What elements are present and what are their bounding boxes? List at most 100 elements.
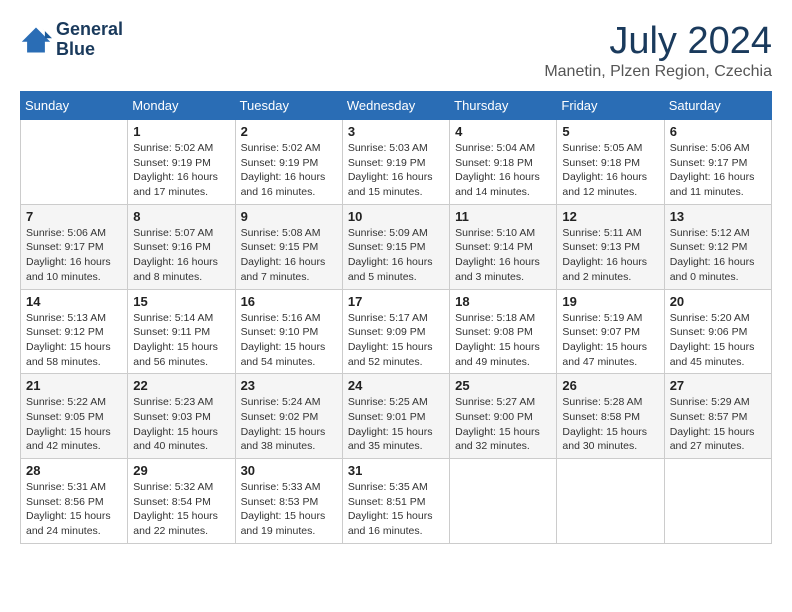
day-info: Sunrise: 5:28 AM Sunset: 8:58 PM Dayligh… xyxy=(562,395,658,454)
calendar-cell: 29 Sunrise: 5:32 AM Sunset: 8:54 PM Dayli… xyxy=(128,459,235,544)
day-info: Sunrise: 5:07 AM Sunset: 9:16 PM Dayligh… xyxy=(133,226,229,285)
day-number: 30 xyxy=(241,463,337,478)
calendar-cell: 16Sunrise: 5:16 AM Sunset: 9:10 PM Dayli… xyxy=(235,289,342,374)
day-info: Sunrise: 5:12 AM Sunset: 9:12 PM Dayligh… xyxy=(670,226,766,285)
day-number: 20 xyxy=(670,294,766,309)
weekday-header-wednesday: Wednesday xyxy=(342,92,449,120)
calendar-cell: 13Sunrise: 5:12 AM Sunset: 9:12 PM Dayli… xyxy=(664,204,771,289)
calendar-cell: 28 Sunrise: 5:31 AM Sunset: 8:56 PM Dayli… xyxy=(21,459,128,544)
location-title: Manetin, Plzen Region, Czechia xyxy=(544,63,772,81)
calendar-body: 1Sunrise: 5:02 AM Sunset: 9:19 PM Daylig… xyxy=(21,120,772,544)
logo-icon xyxy=(20,24,52,56)
day-info: Sunrise: 5:25 AM Sunset: 9:01 PM Dayligh… xyxy=(348,395,444,454)
calendar-cell xyxy=(664,459,771,544)
title-section: July 2024 Manetin, Plzen Region, Czechia xyxy=(544,20,772,81)
calendar-cell xyxy=(557,459,664,544)
calendar-cell: 30 Sunrise: 5:33 AM Sunset: 8:53 PM Dayli… xyxy=(235,459,342,544)
calendar-header-row: SundayMondayTuesdayWednesdayThursdayFrid… xyxy=(21,92,772,120)
calendar-cell: 31Sunrise: 5:35 AM Sunset: 8:51 PM Dayli… xyxy=(342,459,449,544)
weekday-header-thursday: Thursday xyxy=(450,92,557,120)
calendar-cell: 9 Sunrise: 5:08 AM Sunset: 9:15 PM Daylig… xyxy=(235,204,342,289)
calendar-cell: 17Sunrise: 5:17 AM Sunset: 9:09 PM Dayli… xyxy=(342,289,449,374)
day-number: 24 xyxy=(348,378,444,393)
calendar-cell xyxy=(450,459,557,544)
day-number: 14 xyxy=(26,294,122,309)
day-info: Sunrise: 5:19 AM Sunset: 9:07 PM Dayligh… xyxy=(562,311,658,370)
day-info: Sunrise: 5:33 AM Sunset: 8:53 PM Dayligh… xyxy=(241,480,337,539)
day-info: Sunrise: 5:05 AM Sunset: 9:18 PM Dayligh… xyxy=(562,141,658,200)
calendar-cell: 27Sunrise: 5:29 AM Sunset: 8:57 PM Dayli… xyxy=(664,374,771,459)
day-number: 26 xyxy=(562,378,658,393)
day-number: 9 xyxy=(241,209,337,224)
day-number: 4 xyxy=(455,124,551,139)
day-number: 17 xyxy=(348,294,444,309)
weekday-header-friday: Friday xyxy=(557,92,664,120)
page-header: General Blue July 2024 Manetin, Plzen Re… xyxy=(20,20,772,81)
day-number: 29 xyxy=(133,463,229,478)
day-info: Sunrise: 5:22 AM Sunset: 9:05 PM Dayligh… xyxy=(26,395,122,454)
day-info: Sunrise: 5:35 AM Sunset: 8:51 PM Dayligh… xyxy=(348,480,444,539)
day-info: Sunrise: 5:09 AM Sunset: 9:15 PM Dayligh… xyxy=(348,226,444,285)
calendar-week-row: 7Sunrise: 5:06 AM Sunset: 9:17 PM Daylig… xyxy=(21,204,772,289)
calendar-cell xyxy=(21,120,128,205)
day-info: Sunrise: 5:06 AM Sunset: 9:17 PM Dayligh… xyxy=(26,226,122,285)
day-number: 27 xyxy=(670,378,766,393)
calendar-cell: 22 Sunrise: 5:23 AM Sunset: 9:03 PM Dayli… xyxy=(128,374,235,459)
day-info: Sunrise: 5:24 AM Sunset: 9:02 PM Dayligh… xyxy=(241,395,337,454)
calendar-cell: 1Sunrise: 5:02 AM Sunset: 9:19 PM Daylig… xyxy=(128,120,235,205)
day-info: Sunrise: 5:02 AM Sunset: 9:19 PM Dayligh… xyxy=(241,141,337,200)
day-number: 28 xyxy=(26,463,122,478)
calendar-week-row: 1Sunrise: 5:02 AM Sunset: 9:19 PM Daylig… xyxy=(21,120,772,205)
day-info: Sunrise: 5:14 AM Sunset: 9:11 PM Dayligh… xyxy=(133,311,229,370)
day-info: Sunrise: 5:02 AM Sunset: 9:19 PM Dayligh… xyxy=(133,141,229,200)
calendar-cell: 11Sunrise: 5:10 AM Sunset: 9:14 PM Dayli… xyxy=(450,204,557,289)
logo: General Blue xyxy=(20,20,123,60)
day-number: 23 xyxy=(241,378,337,393)
day-number: 12 xyxy=(562,209,658,224)
day-info: Sunrise: 5:04 AM Sunset: 9:18 PM Dayligh… xyxy=(455,141,551,200)
day-number: 6 xyxy=(670,124,766,139)
weekday-header-saturday: Saturday xyxy=(664,92,771,120)
calendar-cell: 19 Sunrise: 5:19 AM Sunset: 9:07 PM Dayli… xyxy=(557,289,664,374)
calendar-cell: 26 Sunrise: 5:28 AM Sunset: 8:58 PM Dayli… xyxy=(557,374,664,459)
day-info: Sunrise: 5:31 AM Sunset: 8:56 PM Dayligh… xyxy=(26,480,122,539)
day-info: Sunrise: 5:08 AM Sunset: 9:15 PM Dayligh… xyxy=(241,226,337,285)
day-number: 2 xyxy=(241,124,337,139)
day-number: 8 xyxy=(133,209,229,224)
calendar-cell: 18 Sunrise: 5:18 AM Sunset: 9:08 PM Dayli… xyxy=(450,289,557,374)
day-number: 19 xyxy=(562,294,658,309)
calendar-table: SundayMondayTuesdayWednesdayThursdayFrid… xyxy=(20,91,772,544)
day-number: 22 xyxy=(133,378,229,393)
calendar-week-row: 21Sunrise: 5:22 AM Sunset: 9:05 PM Dayli… xyxy=(21,374,772,459)
day-number: 16 xyxy=(241,294,337,309)
day-info: Sunrise: 5:11 AM Sunset: 9:13 PM Dayligh… xyxy=(562,226,658,285)
calendar-cell: 15 Sunrise: 5:14 AM Sunset: 9:11 PM Dayli… xyxy=(128,289,235,374)
calendar-cell: 5 Sunrise: 5:05 AM Sunset: 9:18 PM Daylig… xyxy=(557,120,664,205)
day-info: Sunrise: 5:20 AM Sunset: 9:06 PM Dayligh… xyxy=(670,311,766,370)
day-info: Sunrise: 5:13 AM Sunset: 9:12 PM Dayligh… xyxy=(26,311,122,370)
day-number: 3 xyxy=(348,124,444,139)
logo-text: General Blue xyxy=(56,20,123,60)
day-number: 5 xyxy=(562,124,658,139)
day-info: Sunrise: 5:32 AM Sunset: 8:54 PM Dayligh… xyxy=(133,480,229,539)
day-number: 25 xyxy=(455,378,551,393)
calendar-week-row: 28 Sunrise: 5:31 AM Sunset: 8:56 PM Dayli… xyxy=(21,459,772,544)
weekday-header-tuesday: Tuesday xyxy=(235,92,342,120)
weekday-header-sunday: Sunday xyxy=(21,92,128,120)
calendar-cell: 6 Sunrise: 5:06 AM Sunset: 9:17 PM Daylig… xyxy=(664,120,771,205)
calendar-cell: 24 Sunrise: 5:25 AM Sunset: 9:01 PM Dayli… xyxy=(342,374,449,459)
calendar-cell: 14 Sunrise: 5:13 AM Sunset: 9:12 PM Dayli… xyxy=(21,289,128,374)
calendar-cell: 12 Sunrise: 5:11 AM Sunset: 9:13 PM Dayli… xyxy=(557,204,664,289)
month-title: July 2024 xyxy=(544,20,772,63)
day-number: 15 xyxy=(133,294,229,309)
calendar-cell: 8 Sunrise: 5:07 AM Sunset: 9:16 PM Daylig… xyxy=(128,204,235,289)
calendar-cell: 20 Sunrise: 5:20 AM Sunset: 9:06 PM Dayli… xyxy=(664,289,771,374)
calendar-week-row: 14 Sunrise: 5:13 AM Sunset: 9:12 PM Dayli… xyxy=(21,289,772,374)
day-number: 18 xyxy=(455,294,551,309)
calendar-cell: 25Sunrise: 5:27 AM Sunset: 9:00 PM Dayli… xyxy=(450,374,557,459)
day-info: Sunrise: 5:06 AM Sunset: 9:17 PM Dayligh… xyxy=(670,141,766,200)
day-info: Sunrise: 5:23 AM Sunset: 9:03 PM Dayligh… xyxy=(133,395,229,454)
calendar-cell: 7Sunrise: 5:06 AM Sunset: 9:17 PM Daylig… xyxy=(21,204,128,289)
day-info: Sunrise: 5:18 AM Sunset: 9:08 PM Dayligh… xyxy=(455,311,551,370)
day-number: 11 xyxy=(455,209,551,224)
